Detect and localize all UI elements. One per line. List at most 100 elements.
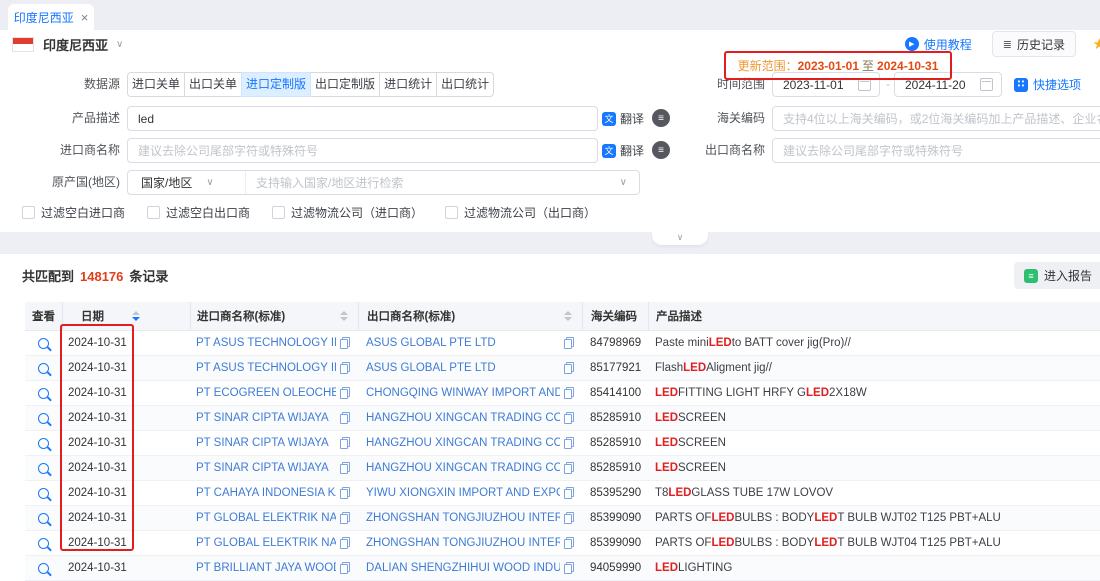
view-magnifier-icon[interactable]: [38, 388, 49, 399]
filter-checkbox-3[interactable]: 过滤物流公司（出口商）: [445, 204, 596, 221]
origin-select[interactable]: 国家/地区 ∨ 支持输入国家/地区进行检索 ∨: [127, 170, 640, 195]
exporter-link[interactable]: HANGZHOU XINGCAN TRADING CO LTD: [366, 412, 560, 424]
close-icon[interactable]: ×: [81, 11, 89, 24]
view-magnifier-icon[interactable]: [38, 563, 49, 574]
copy-icon[interactable]: [340, 562, 350, 574]
view-cell[interactable]: [25, 506, 62, 530]
header-importer[interactable]: 进口商名称(标准): [190, 302, 358, 330]
sort-icon-date[interactable]: [132, 311, 140, 321]
exporter-link[interactable]: YIWU XIONGXIN IMPORT AND EXPORT...: [366, 487, 560, 499]
importer-link[interactable]: PT SINAR CIPTA WIJAYA: [196, 412, 336, 424]
header-exporter[interactable]: 出口商名称(标准): [358, 302, 582, 330]
exporter-link[interactable]: ASUS GLOBAL PTE LTD: [366, 337, 560, 349]
view-magnifier-icon[interactable]: [38, 513, 49, 524]
product-desc-input[interactable]: led: [127, 106, 598, 131]
view-magnifier-icon[interactable]: [38, 363, 49, 374]
filter-checkbox-0[interactable]: 过滤空白进口商: [22, 204, 125, 221]
copy-icon[interactable]: [340, 512, 350, 524]
sort-icon-exporter[interactable]: [564, 311, 572, 321]
favorite-star-icon[interactable]: ★: [1093, 35, 1100, 53]
importer-link[interactable]: PT ASUS TECHNOLOGY INDONESIA BA...: [196, 362, 336, 374]
importer-link[interactable]: PT SINAR CIPTA WIJAYA: [196, 437, 336, 449]
copy-icon[interactable]: [564, 387, 574, 399]
view-magnifier-icon[interactable]: [38, 413, 49, 424]
date-from-input[interactable]: 2023-11-01: [772, 72, 880, 97]
importer-link[interactable]: PT ASUS TECHNOLOGY INDONESIA BA...: [196, 337, 336, 349]
view-magnifier-icon[interactable]: [38, 338, 49, 349]
exporter-link[interactable]: DALIAN SHENGZHIHUI WOOD INDUST...: [366, 562, 560, 574]
view-cell[interactable]: [25, 431, 62, 455]
exporter-link[interactable]: ZHONGSHAN TONGJIUZHOU INTERNA...: [366, 512, 560, 524]
copy-icon[interactable]: [340, 412, 350, 424]
checkbox-icon[interactable]: [272, 206, 285, 219]
view-cell[interactable]: [25, 356, 62, 380]
importer-link[interactable]: PT GLOBAL ELEKTRIK NASIONAL: [196, 537, 336, 549]
copy-icon[interactable]: [564, 512, 574, 524]
data-source-tab-0[interactable]: 进口关单: [127, 72, 185, 97]
view-magnifier-icon[interactable]: [38, 488, 49, 499]
hs-code-input[interactable]: 支持4位以上海关编码，或2位海关编码加上产品描述、企业名称的任意信息: [772, 106, 1100, 131]
view-cell[interactable]: [25, 556, 62, 580]
exporter-link[interactable]: HANGZHOU XINGCAN TRADING CO LTD: [366, 462, 560, 474]
filter-checkbox-1[interactable]: 过滤空白出口商: [147, 204, 250, 221]
copy-icon[interactable]: [564, 437, 574, 449]
importer-link[interactable]: PT SINAR CIPTA WIJAYA: [196, 462, 336, 474]
sort-icon-importer[interactable]: [340, 311, 348, 321]
view-cell[interactable]: [25, 331, 62, 355]
copy-icon[interactable]: [564, 337, 574, 349]
view-cell[interactable]: [25, 381, 62, 405]
copy-icon[interactable]: [340, 487, 350, 499]
copy-icon[interactable]: [340, 337, 350, 349]
filter-checkbox-2[interactable]: 过滤物流公司（进口商）: [272, 204, 423, 221]
importer-link[interactable]: PT ECOGREEN OLEOCHEMICALS: [196, 387, 336, 399]
exporter-link[interactable]: ZHONGSHAN TONGJIUZHOU INTERNA...: [366, 537, 560, 549]
data-source-tab-1[interactable]: 出口关单: [184, 72, 242, 97]
copy-icon[interactable]: [564, 362, 574, 374]
view-cell[interactable]: [25, 456, 62, 480]
origin-select-trigger[interactable]: 国家/地区 ∨: [128, 171, 246, 194]
importer-link[interactable]: PT CAHAYA INDONESIA KARGO: [196, 487, 336, 499]
checkbox-icon[interactable]: [445, 206, 458, 219]
exporter-link[interactable]: CHONGQING WINWAY IMPORT AND E...: [366, 387, 560, 399]
exporter-link[interactable]: ASUS GLOBAL PTE LTD: [366, 362, 560, 374]
copy-icon[interactable]: [564, 487, 574, 499]
copy-icon[interactable]: [340, 537, 350, 549]
chevron-down-icon[interactable]: ∨: [116, 39, 123, 50]
history-button[interactable]: ≣ 历史记录: [992, 31, 1076, 57]
importer-link[interactable]: PT BRILLIANT JAYA WOOD INDUSTRY: [196, 562, 336, 574]
collapse-panel-handle[interactable]: ∨: [652, 229, 708, 245]
view-cell[interactable]: [25, 406, 62, 430]
page-tab[interactable]: 印度尼西亚 ×: [8, 4, 94, 30]
copy-icon[interactable]: [340, 387, 350, 399]
data-source-tab-4[interactable]: 进口统计: [379, 72, 437, 97]
view-cell[interactable]: [25, 481, 62, 505]
copy-icon[interactable]: [564, 462, 574, 474]
copy-icon[interactable]: [564, 562, 574, 574]
checkbox-icon[interactable]: [22, 206, 35, 219]
importer-link[interactable]: PT GLOBAL ELEKTRIK NASIONAL: [196, 512, 336, 524]
copy-icon[interactable]: [340, 437, 350, 449]
tutorial-link[interactable]: ▶ 使用教程: [905, 36, 972, 53]
view-magnifier-icon[interactable]: [38, 538, 49, 549]
translate-button[interactable]: 文 翻译: [602, 106, 644, 131]
data-source-tab-5[interactable]: 出口统计: [436, 72, 494, 97]
header-date[interactable]: 日期: [62, 302, 190, 330]
importer-cell: PT SINAR CIPTA WIJAYA: [190, 431, 358, 455]
copy-icon[interactable]: [340, 362, 350, 374]
enter-report-button[interactable]: ≡ 进入报告: [1014, 262, 1100, 289]
data-source-tab-2[interactable]: 进口定制版: [241, 72, 311, 97]
view-magnifier-icon[interactable]: [38, 463, 49, 474]
date-to-input[interactable]: 2024-11-20: [894, 72, 1002, 97]
copy-icon[interactable]: [564, 412, 574, 424]
copy-icon[interactable]: [564, 537, 574, 549]
exporter-input[interactable]: 建议去除公司尾部字符或特殊符号: [772, 138, 1100, 163]
importer-input[interactable]: 建议去除公司尾部字符或特殊符号: [127, 138, 598, 163]
copy-icon[interactable]: [340, 462, 350, 474]
exporter-link[interactable]: HANGZHOU XINGCAN TRADING CO LTD: [366, 437, 560, 449]
view-magnifier-icon[interactable]: [38, 438, 49, 449]
quick-options-button[interactable]: ∷ 快捷选项: [1014, 72, 1081, 97]
translate-button[interactable]: 文 翻译: [602, 138, 644, 163]
data-source-tab-3[interactable]: 出口定制版: [310, 72, 380, 97]
view-cell[interactable]: [25, 531, 62, 555]
checkbox-icon[interactable]: [147, 206, 160, 219]
